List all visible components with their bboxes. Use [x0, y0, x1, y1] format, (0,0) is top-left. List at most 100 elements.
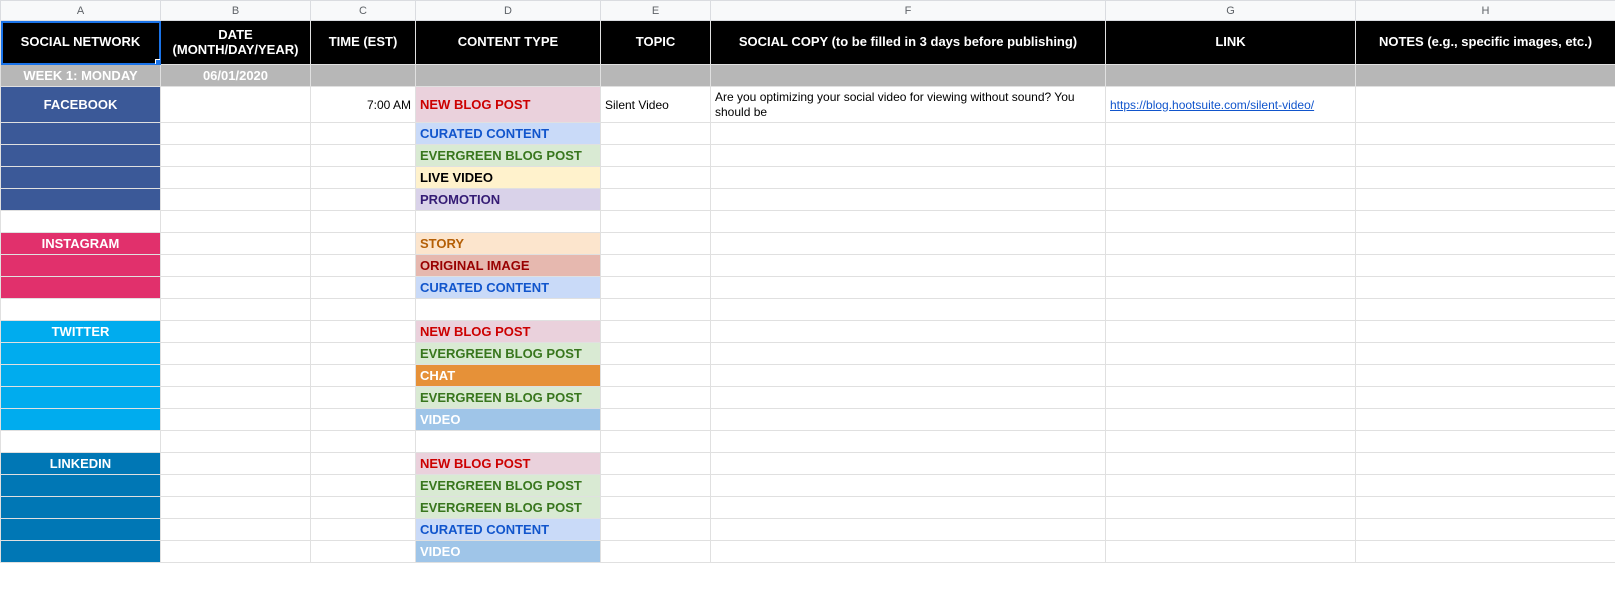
notes-cell[interactable] — [1356, 475, 1615, 497]
empty-cell[interactable] — [1106, 299, 1356, 321]
empty-cell[interactable] — [1, 299, 161, 321]
empty-cell[interactable] — [311, 211, 416, 233]
social-copy-cell[interactable] — [711, 145, 1106, 167]
notes-cell[interactable] — [1356, 277, 1615, 299]
time-cell[interactable]: 7:00 AM — [311, 87, 416, 123]
topic-cell[interactable] — [601, 189, 711, 211]
social-copy-cell[interactable] — [711, 365, 1106, 387]
content-type-tag[interactable]: NEW BLOG POST — [416, 87, 601, 123]
topic-cell[interactable] — [601, 145, 711, 167]
link-cell[interactable] — [1106, 409, 1356, 431]
social-copy-cell[interactable] — [711, 387, 1106, 409]
network-cell-instagram[interactable] — [1, 277, 161, 299]
notes-cell[interactable] — [1356, 233, 1615, 255]
social-copy-cell[interactable] — [711, 409, 1106, 431]
date-cell[interactable] — [161, 475, 311, 497]
topic-cell[interactable] — [601, 365, 711, 387]
social-copy-cell[interactable] — [711, 541, 1106, 563]
notes-cell[interactable] — [1356, 409, 1615, 431]
social-copy-cell[interactable] — [711, 123, 1106, 145]
date-cell[interactable] — [161, 255, 311, 277]
topic-cell[interactable] — [601, 343, 711, 365]
content-type-tag[interactable]: ORIGINAL IMAGE — [416, 255, 601, 277]
social-copy-cell[interactable] — [711, 343, 1106, 365]
empty-cell[interactable] — [416, 211, 601, 233]
social-copy-cell[interactable] — [711, 497, 1106, 519]
time-cell[interactable] — [311, 277, 416, 299]
topic-cell[interactable] — [601, 475, 711, 497]
notes-cell[interactable] — [1356, 387, 1615, 409]
topic-cell[interactable] — [601, 255, 711, 277]
empty-cell[interactable] — [161, 431, 311, 453]
empty-cell[interactable] — [416, 431, 601, 453]
date-cell[interactable] — [161, 321, 311, 343]
link-cell[interactable] — [1106, 277, 1356, 299]
empty-cell[interactable] — [1106, 211, 1356, 233]
social-copy-cell[interactable]: Are you optimizing your social video for… — [711, 87, 1106, 123]
link-cell[interactable] — [1106, 167, 1356, 189]
network-cell-facebook[interactable] — [1, 167, 161, 189]
notes-cell[interactable] — [1356, 167, 1615, 189]
date-cell[interactable] — [161, 277, 311, 299]
col-header-C[interactable]: C — [311, 1, 416, 21]
notes-cell[interactable] — [1356, 255, 1615, 277]
date-cell[interactable] — [161, 387, 311, 409]
header-social-copy[interactable]: SOCIAL COPY (to be filled in 3 days befo… — [711, 21, 1106, 65]
social-copy-cell[interactable] — [711, 233, 1106, 255]
link-cell[interactable] — [1106, 519, 1356, 541]
empty-cell[interactable] — [161, 211, 311, 233]
header-content-type[interactable]: CONTENT TYPE — [416, 21, 601, 65]
time-cell[interactable] — [311, 255, 416, 277]
network-cell-twitter[interactable] — [1, 409, 161, 431]
section-label[interactable]: WEEK 1: MONDAY — [1, 65, 161, 87]
time-cell[interactable] — [311, 365, 416, 387]
notes-cell[interactable] — [1356, 123, 1615, 145]
topic-cell[interactable]: Silent Video — [601, 87, 711, 123]
notes-cell[interactable] — [1356, 541, 1615, 563]
time-cell[interactable] — [311, 233, 416, 255]
topic-cell[interactable] — [601, 167, 711, 189]
link-cell[interactable] — [1106, 189, 1356, 211]
topic-cell[interactable] — [601, 453, 711, 475]
header-date[interactable]: DATE (MONTH/DAY/YEAR) — [161, 21, 311, 65]
link-cell[interactable] — [1106, 255, 1356, 277]
topic-cell[interactable] — [601, 233, 711, 255]
link-cell[interactable] — [1106, 387, 1356, 409]
network-cell-linkedin[interactable] — [1, 519, 161, 541]
col-header-F[interactable]: F — [711, 1, 1106, 21]
social-copy-cell[interactable] — [711, 475, 1106, 497]
time-cell[interactable] — [311, 167, 416, 189]
link-cell[interactable] — [1106, 233, 1356, 255]
date-cell[interactable] — [161, 519, 311, 541]
date-cell[interactable] — [161, 453, 311, 475]
network-cell-instagram[interactable] — [1, 255, 161, 277]
network-label-twitter[interactable]: TWITTER — [1, 321, 161, 343]
network-cell-facebook[interactable] — [1, 189, 161, 211]
content-type-tag[interactable]: EVERGREEN BLOG POST — [416, 145, 601, 167]
content-type-tag[interactable]: EVERGREEN BLOG POST — [416, 387, 601, 409]
date-cell[interactable] — [161, 123, 311, 145]
link-cell[interactable] — [1106, 541, 1356, 563]
col-header-B[interactable]: B — [161, 1, 311, 21]
link-cell[interactable] — [1106, 343, 1356, 365]
link-cell[interactable] — [1106, 365, 1356, 387]
time-cell[interactable] — [311, 519, 416, 541]
content-type-tag[interactable]: VIDEO — [416, 409, 601, 431]
notes-cell[interactable] — [1356, 519, 1615, 541]
topic-cell[interactable] — [601, 277, 711, 299]
content-type-tag[interactable]: EVERGREEN BLOG POST — [416, 343, 601, 365]
empty-cell[interactable] — [1, 211, 161, 233]
date-cell[interactable] — [161, 87, 311, 123]
social-copy-cell[interactable] — [711, 321, 1106, 343]
empty-cell[interactable] — [161, 299, 311, 321]
col-header-A[interactable]: A — [1, 1, 161, 21]
network-label-linkedin[interactable]: LINKEDIN — [1, 453, 161, 475]
time-cell[interactable] — [311, 145, 416, 167]
notes-cell[interactable] — [1356, 189, 1615, 211]
time-cell[interactable] — [311, 387, 416, 409]
time-cell[interactable] — [311, 409, 416, 431]
content-type-tag[interactable]: CURATED CONTENT — [416, 123, 601, 145]
time-cell[interactable] — [311, 453, 416, 475]
notes-cell[interactable] — [1356, 321, 1615, 343]
link-cell[interactable] — [1106, 145, 1356, 167]
